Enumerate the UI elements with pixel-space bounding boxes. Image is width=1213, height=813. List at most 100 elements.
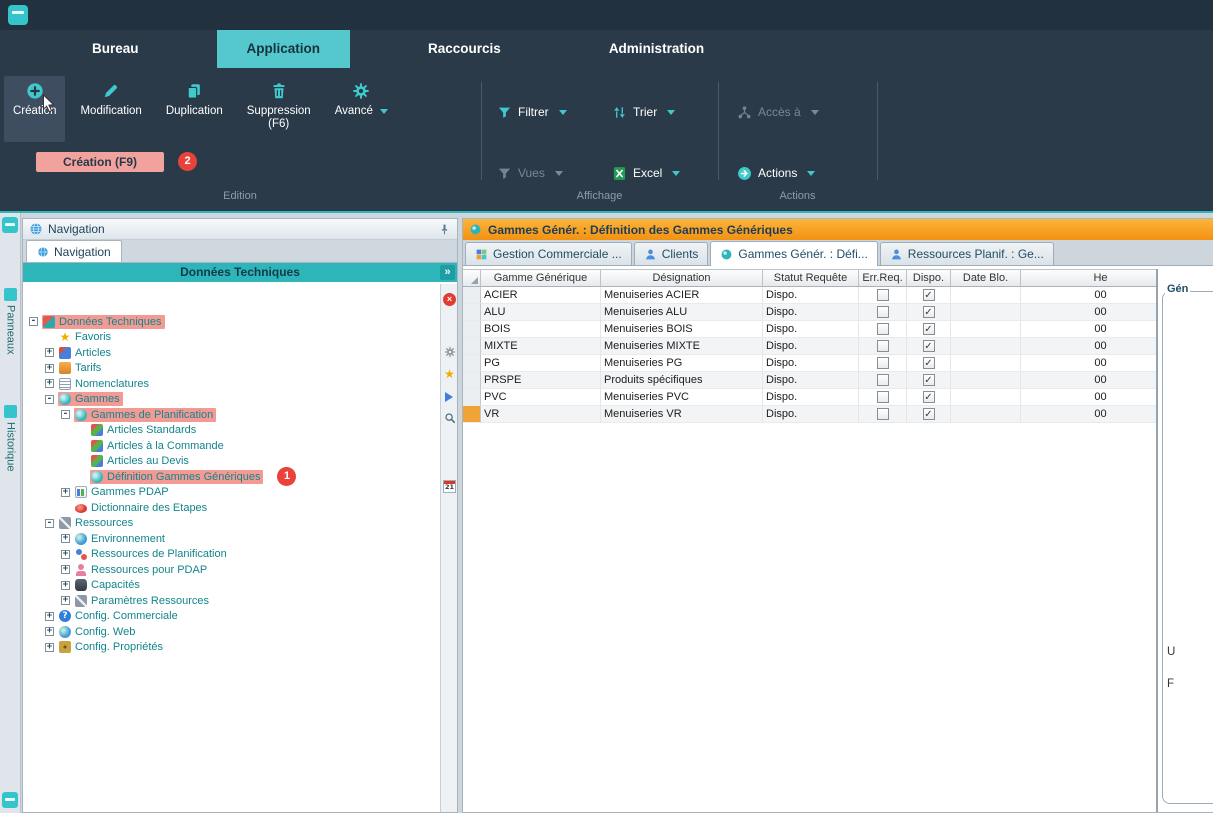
- err-req-checkbox[interactable]: [877, 391, 889, 403]
- tree-item-tarifs[interactable]: +Tarifs: [23, 361, 440, 377]
- cell-gamme-generique[interactable]: PVC: [481, 389, 601, 406]
- ribbon-button-modification[interactable]: Modification: [71, 76, 150, 142]
- expand-icon[interactable]: +: [45, 627, 54, 636]
- cell-gamme-generique[interactable]: VR: [481, 406, 601, 423]
- corner-app-icon[interactable]: [2, 792, 18, 808]
- cell-date-blo[interactable]: [951, 372, 1021, 389]
- tree-item-donnees-techniques[interactable]: -Données Techniques: [23, 314, 440, 330]
- column-header-dispo[interactable]: Dispo.: [907, 269, 951, 287]
- dispo-checkbox[interactable]: ✓: [923, 391, 935, 403]
- grid-row-acier[interactable]: ACIERMenuiseries ACIERDispo.✓00: [463, 287, 1157, 304]
- cell-statut-requete[interactable]: Dispo.: [763, 372, 859, 389]
- ribbon-button-suppression[interactable]: Suppression(F6): [238, 76, 320, 142]
- cell-statut-requete[interactable]: Dispo.: [763, 287, 859, 304]
- search-icon[interactable]: [443, 412, 456, 425]
- tree-item-environnement[interactable]: +Environnement: [23, 531, 440, 547]
- tree-item-definition-gammes-generiques[interactable]: Définition Gammes Génériques1: [23, 469, 440, 485]
- expand-icon[interactable]: +: [45, 379, 54, 388]
- ribbon-button-acces-a[interactable]: Accès à: [737, 102, 819, 122]
- column-header-gamme-generique[interactable]: Gamme Générique: [481, 269, 601, 287]
- cell-designation[interactable]: Menuiseries ALU: [601, 304, 763, 321]
- tree-item-ressources-de-planification[interactable]: +Ressources de Planification: [23, 547, 440, 563]
- dispo-checkbox[interactable]: ✓: [923, 408, 935, 420]
- cell-statut-requete[interactable]: Dispo.: [763, 338, 859, 355]
- row-selector[interactable]: [463, 321, 481, 338]
- ribbon-button-duplication[interactable]: Duplication: [157, 76, 232, 142]
- tree-item-config-proprietes[interactable]: +Config. Propriétés: [23, 640, 440, 656]
- cell-statut-requete[interactable]: Dispo.: [763, 355, 859, 372]
- err-req-checkbox[interactable]: [877, 306, 889, 318]
- row-selector[interactable]: [463, 406, 481, 423]
- expand-icon[interactable]: +: [61, 581, 70, 590]
- cell-gamme-generique[interactable]: PRSPE: [481, 372, 601, 389]
- grid-row-prspe[interactable]: PRSPEProduits spécifiquesDispo.✓00: [463, 372, 1157, 389]
- expand-icon[interactable]: +: [45, 364, 54, 373]
- cell-designation[interactable]: Menuiseries ACIER: [601, 287, 763, 304]
- ribbon-tab-bureau[interactable]: Bureau: [62, 30, 169, 68]
- column-header-he[interactable]: He: [1021, 269, 1157, 287]
- cell-designation[interactable]: Menuiseries PG: [601, 355, 763, 372]
- cell-he[interactable]: 00: [1021, 355, 1157, 372]
- tree-item-articles-a-la-commande[interactable]: Articles à la Commande: [23, 438, 440, 454]
- panels-rail-tab[interactable]: Panneaux: [0, 288, 21, 355]
- ribbon-button-creation[interactable]: Création: [4, 76, 65, 142]
- document-tab-gestion-commerciale[interactable]: Gestion Commerciale ...: [465, 242, 632, 265]
- row-selector[interactable]: [463, 372, 481, 389]
- tree-item-gammes-pdap[interactable]: +Gammes PDAP: [23, 485, 440, 501]
- row-selector[interactable]: [463, 338, 481, 355]
- tree-item-capacites[interactable]: +Capacités: [23, 578, 440, 594]
- cell-date-blo[interactable]: [951, 287, 1021, 304]
- grid-row-bois[interactable]: BOISMenuiseries BOISDispo.✓00: [463, 321, 1157, 338]
- expand-icon[interactable]: +: [45, 348, 54, 357]
- expand-icon[interactable]: +: [61, 488, 70, 497]
- ribbon-tab-administration[interactable]: Administration: [579, 30, 734, 68]
- grid-row-alu[interactable]: ALUMenuiseries ALUDispo.✓00: [463, 304, 1157, 321]
- collapse-panel-button[interactable]: »: [440, 265, 455, 280]
- cell-gamme-generique[interactable]: ALU: [481, 304, 601, 321]
- pointer-icon[interactable]: [445, 392, 453, 402]
- tree-item-ressources-pour-pdap[interactable]: +Ressources pour PDAP: [23, 562, 440, 578]
- row-selector[interactable]: [463, 287, 481, 304]
- grid-row-pg[interactable]: PGMenuiseries PGDispo.✓00: [463, 355, 1157, 372]
- document-tab-gammes-gener-defi[interactable]: Gammes Génér. : Défi...: [710, 241, 877, 266]
- err-req-checkbox[interactable]: [877, 289, 889, 301]
- clear-filter-icon[interactable]: ×: [443, 293, 456, 306]
- tree-item-articles-au-devis[interactable]: Articles au Devis: [23, 454, 440, 470]
- tree-item-articles[interactable]: +Articles: [23, 345, 440, 361]
- tree-item-ressources[interactable]: -Ressources: [23, 516, 440, 532]
- column-header-statut-requete[interactable]: Statut Requête: [763, 269, 859, 287]
- tree-item-parametres-ressources[interactable]: +Paramètres Ressources: [23, 593, 440, 609]
- favorites-icon[interactable]: ★: [443, 368, 456, 381]
- tree-item-gammes-de-planification[interactable]: -Gammes de Planification: [23, 407, 440, 423]
- cell-date-blo[interactable]: [951, 406, 1021, 423]
- document-tab-clients[interactable]: Clients: [634, 242, 709, 265]
- expand-icon[interactable]: +: [61, 534, 70, 543]
- grid-row-pvc[interactable]: PVCMenuiseries PVCDispo.✓00: [463, 389, 1157, 406]
- grid-row-vr[interactable]: VRMenuiseries VRDispo.✓00: [463, 406, 1157, 423]
- cell-he[interactable]: 00: [1021, 406, 1157, 423]
- expand-icon[interactable]: +: [45, 643, 54, 652]
- cell-gamme-generique[interactable]: BOIS: [481, 321, 601, 338]
- cell-designation[interactable]: Produits spécifiques: [601, 372, 763, 389]
- cell-gamme-generique[interactable]: MIXTE: [481, 338, 601, 355]
- document-tab-ressources-planif-ge[interactable]: Ressources Planif. : Ge...: [880, 242, 1054, 265]
- cell-statut-requete[interactable]: Dispo.: [763, 321, 859, 338]
- tree-item-dictionnaire-des-etapes[interactable]: Dictionnaire des Etapes: [23, 500, 440, 516]
- tree-item-articles-standards[interactable]: Articles Standards: [23, 423, 440, 439]
- cell-statut-requete[interactable]: Dispo.: [763, 406, 859, 423]
- dispo-checkbox[interactable]: ✓: [923, 340, 935, 352]
- ribbon-button-actions[interactable]: Actions: [737, 163, 815, 183]
- err-req-checkbox[interactable]: [877, 374, 889, 386]
- cell-designation[interactable]: Menuiseries MIXTE: [601, 338, 763, 355]
- ribbon-tab-application[interactable]: Application: [217, 30, 351, 68]
- cell-statut-requete[interactable]: Dispo.: [763, 304, 859, 321]
- dispo-checkbox[interactable]: ✓: [923, 323, 935, 335]
- history-rail-tab[interactable]: Historique: [0, 405, 21, 472]
- err-req-checkbox[interactable]: [877, 408, 889, 420]
- cell-he[interactable]: 00: [1021, 304, 1157, 321]
- navigation-tab[interactable]: Navigation: [26, 240, 122, 262]
- app-logo-icon[interactable]: [8, 5, 28, 25]
- tree-item-gammes[interactable]: -Gammes: [23, 392, 440, 408]
- cell-designation[interactable]: Menuiseries PVC: [601, 389, 763, 406]
- row-selector[interactable]: [463, 355, 481, 372]
